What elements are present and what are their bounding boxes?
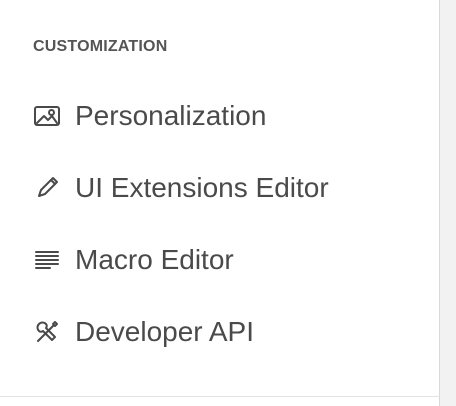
menu-item-macro-editor[interactable]: Macro Editor bbox=[0, 228, 440, 292]
menu-item-label: Developer API bbox=[75, 316, 254, 347]
customization-panel: CUSTOMIZATION Personalization UI Extensi… bbox=[0, 0, 440, 406]
image-icon bbox=[31, 100, 63, 132]
menu-item-label: Personalization bbox=[75, 100, 267, 131]
pencil-icon bbox=[31, 172, 63, 204]
menu-item-personalization[interactable]: Personalization bbox=[0, 84, 440, 148]
menu-item-developer-api[interactable]: Developer API bbox=[0, 300, 440, 364]
text-lines-icon bbox=[31, 244, 63, 276]
bottom-divider bbox=[0, 396, 440, 397]
menu-item-ui-extensions-editor[interactable]: UI Extensions Editor bbox=[0, 156, 440, 220]
right-side-strip bbox=[440, 0, 456, 406]
menu-item-label: Macro Editor bbox=[75, 244, 234, 275]
section-title: CUSTOMIZATION bbox=[33, 38, 168, 55]
tools-icon bbox=[31, 316, 63, 348]
menu-item-label: UI Extensions Editor bbox=[75, 172, 329, 203]
